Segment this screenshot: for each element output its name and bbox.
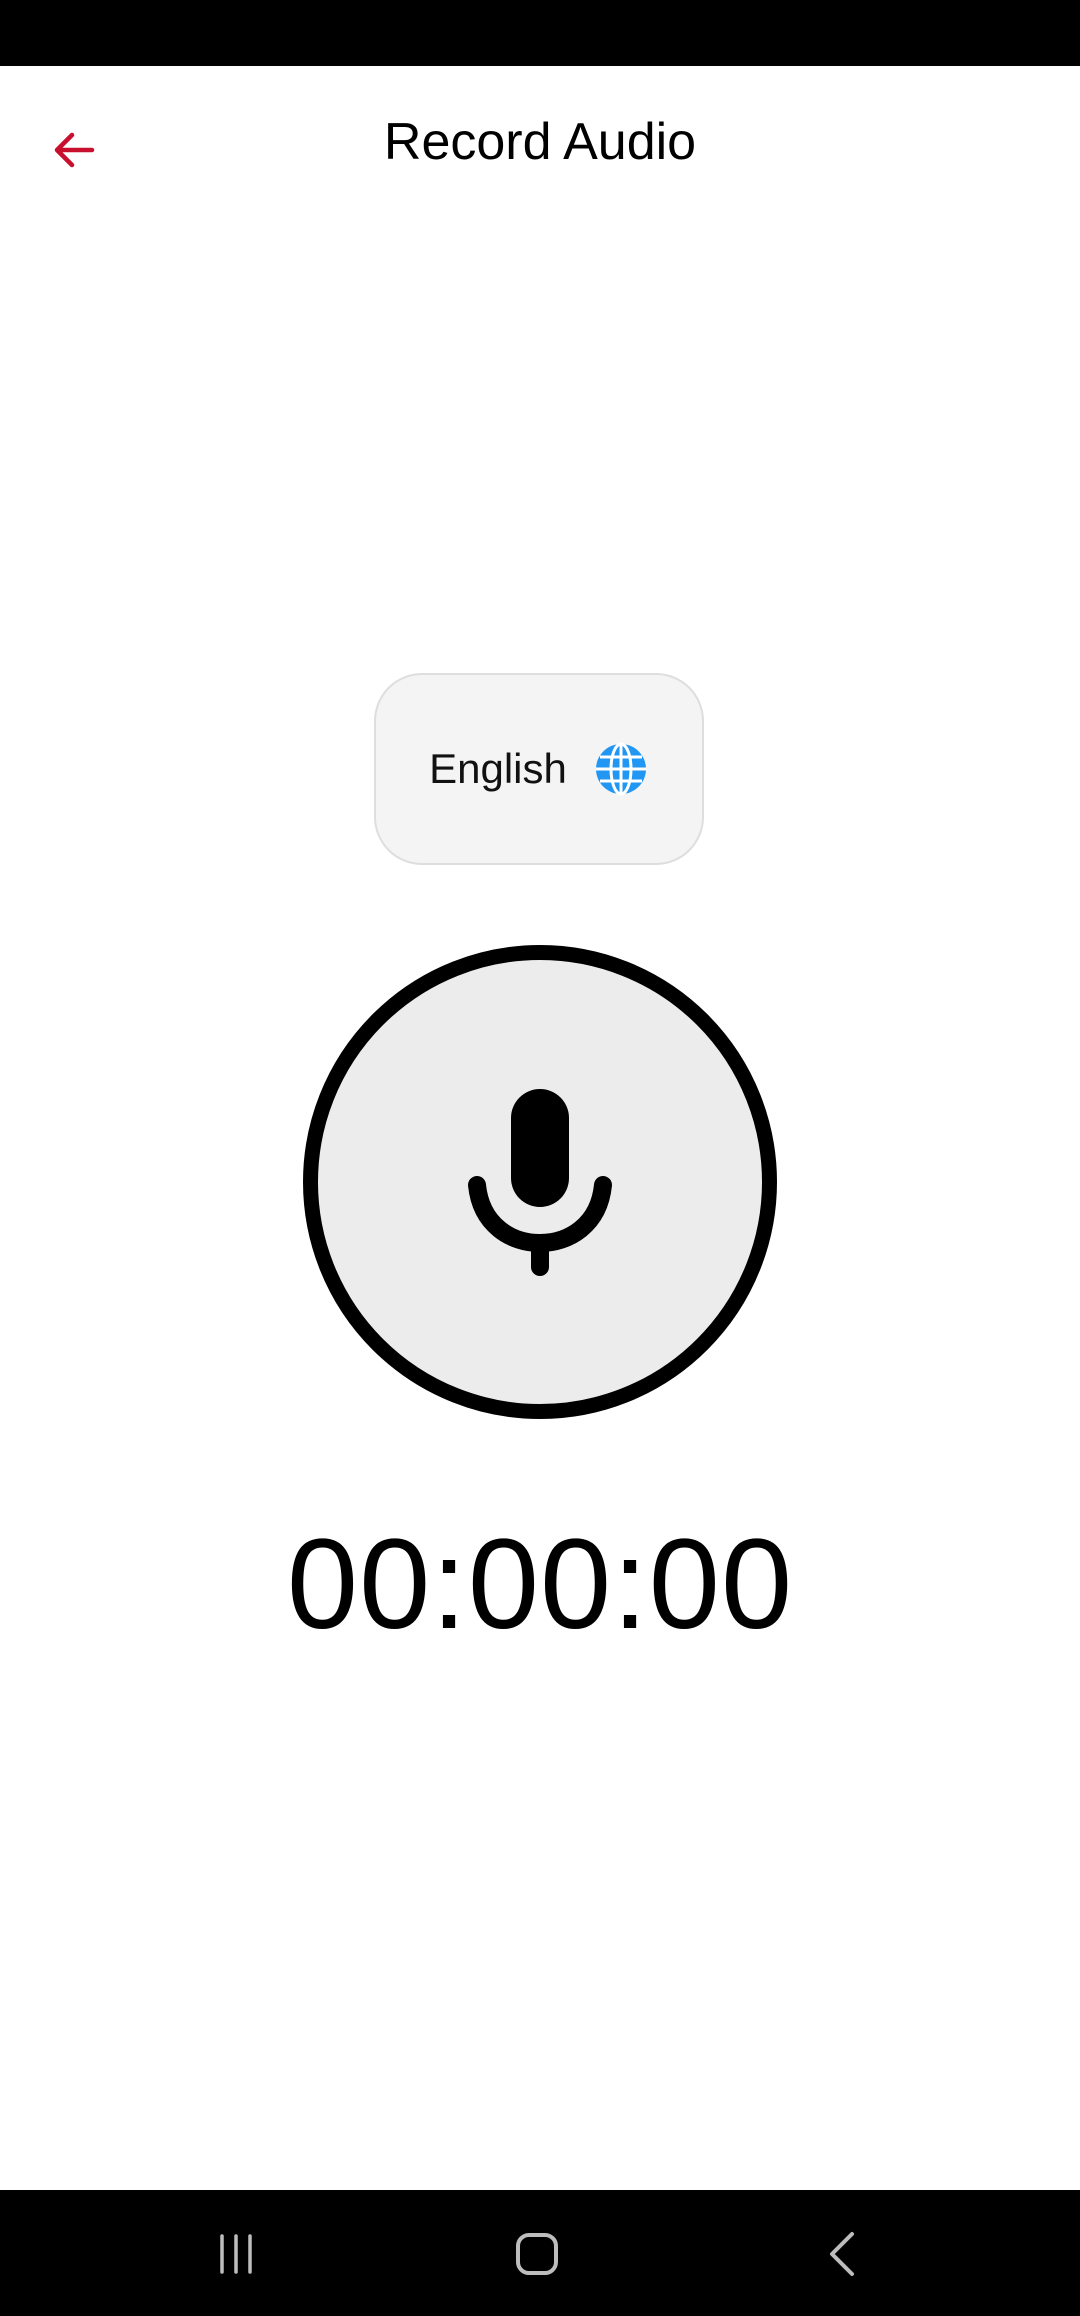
globe-icon <box>595 742 646 796</box>
back-chevron-icon <box>830 2232 854 2276</box>
home-button[interactable] <box>487 2218 587 2290</box>
language-selector[interactable]: English <box>374 673 704 865</box>
microphone-icon <box>468 1089 612 1276</box>
recording-timer: 00:00:00 <box>286 1513 794 1656</box>
record-button[interactable] <box>303 945 777 1419</box>
language-label: English <box>429 745 567 792</box>
page-title: Record Audio <box>383 113 697 171</box>
system-back-button[interactable] <box>792 2218 892 2290</box>
status-bar <box>0 0 1080 66</box>
home-icon <box>516 2233 558 2275</box>
recents-icon <box>220 2234 252 2274</box>
app-bar: Record Audio <box>0 66 1080 216</box>
system-nav-bar <box>0 2190 1080 2316</box>
recents-button[interactable] <box>186 2218 286 2290</box>
